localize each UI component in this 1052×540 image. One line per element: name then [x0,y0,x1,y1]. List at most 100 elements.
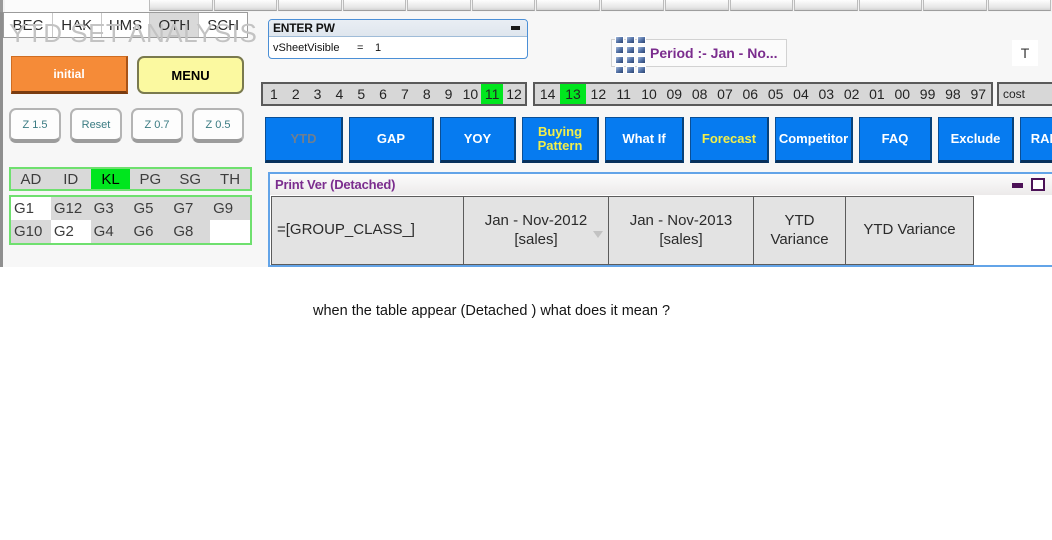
year-cell-00[interactable]: 00 [890,84,915,104]
nav-button-buying-pattern[interactable]: Buying Pattern [522,117,599,163]
group-code-g10[interactable]: G10 [11,220,51,243]
year-cell-08[interactable]: 08 [687,84,712,104]
nav-button-gap[interactable]: GAP [349,117,434,163]
sheet-tab[interactable] [407,0,471,11]
sheet-tab-strip[interactable] [0,0,1052,12]
nav-button-yoy[interactable]: YOY [440,117,516,163]
year-cell-09[interactable]: 09 [662,84,687,104]
group-code-row: G1 G12 G3 G5 G7 G9 [11,197,250,220]
nav-button-faq[interactable]: FAQ [859,117,932,163]
sheet-tab[interactable] [665,0,729,11]
year-cell-02[interactable]: 02 [839,84,864,104]
zoom-1-5-button[interactable]: Z 1.5 [9,108,61,143]
sheet-tab[interactable] [149,0,213,11]
month-cell-10[interactable]: 10 [459,84,481,104]
month-cell-9[interactable]: 9 [438,84,460,104]
sheet-tab[interactable] [536,0,600,11]
column-header-group-class[interactable]: =[GROUP_CLASS_] [271,196,464,265]
sheet-tab[interactable] [278,0,342,11]
month-cell-2[interactable]: 2 [285,84,307,104]
group-code-g7[interactable]: G7 [170,197,210,220]
print-ver-window[interactable]: Print Ver (Detached) =[GROUP_CLASS_] Jan… [268,172,1052,267]
year-cell-10[interactable]: 10 [636,84,661,104]
sheet-tab[interactable] [729,0,794,11]
enter-pw-body: vSheetVisible = 1 [269,37,527,58]
year-cell-13[interactable]: 13 [560,84,586,104]
month-cell-6[interactable]: 6 [372,84,394,104]
group-code-g1[interactable]: G1 [11,197,51,220]
group-code-g4[interactable]: G4 [91,220,131,243]
year-cell-97[interactable]: 97 [966,84,991,104]
sheet-tab[interactable] [923,0,987,11]
year-cell-03[interactable]: 03 [814,84,839,104]
nav-button-ytd[interactable]: YTD [265,117,343,163]
nav-button-rank[interactable]: RANK [1020,117,1052,163]
sheet-tab[interactable] [987,0,1052,11]
group-code-g9[interactable]: G9 [210,197,250,220]
maximize-icon[interactable] [1031,178,1045,191]
month-cell-5[interactable]: 5 [350,84,372,104]
country-code-kl[interactable]: KL [90,169,131,189]
sheet-tab[interactable] [858,0,923,11]
month-cell-12[interactable]: 12 [503,84,525,104]
minimize-icon[interactable] [1012,183,1023,188]
group-code-g5[interactable]: G5 [130,197,170,220]
column-header-jan-nov-2013[interactable]: Jan - Nov-2013 [sales] [608,196,754,265]
year-cell-99[interactable]: 99 [915,84,940,104]
column-header-ytd-variance[interactable]: YTD Variance [753,196,846,265]
group-code-g6[interactable]: G6 [130,220,170,243]
year-cell-98[interactable]: 98 [940,84,965,104]
year-cell-01[interactable]: 01 [864,84,889,104]
minimize-icon[interactable] [511,26,520,30]
sheet-tab[interactable] [600,0,665,11]
group-code-g8[interactable]: G8 [170,220,210,243]
month-cell-1[interactable]: 1 [263,84,285,104]
group-code-g3[interactable]: G3 [91,197,131,220]
month-cell-7[interactable]: 7 [394,84,416,104]
country-code-id[interactable]: ID [51,169,91,189]
zoom-reset-button[interactable]: Reset [70,108,122,143]
cost-cell[interactable]: cost [997,82,1052,106]
column-header-jan-nov-2012[interactable]: Jan - Nov-2012 [sales] [463,196,609,265]
country-code-th[interactable]: TH [210,169,250,189]
year-cell-05[interactable]: 05 [763,84,788,104]
nav-button-what-if[interactable]: What If [605,117,684,163]
group-code-g2[interactable]: G2 [50,220,91,243]
year-cell-12[interactable]: 12 [586,84,611,104]
country-code-pg[interactable]: PG [130,169,170,189]
group-code-empty[interactable] [210,220,250,243]
nav-button-competitor[interactable]: Competitor [775,117,853,163]
sheet-tab[interactable] [794,0,858,11]
zoom-0-7-button[interactable]: Z 0.7 [131,108,183,143]
enter-pw-window[interactable]: ENTER PW vSheetVisible = 1 [268,19,528,59]
year-cell-07[interactable]: 07 [712,84,737,104]
month-cell-11[interactable]: 11 [481,84,504,104]
filter-dropdown-icon[interactable] [593,230,603,238]
column-header-line1: YTD [784,211,815,229]
print-ver-titlebar[interactable]: Print Ver (Detached) [270,174,1052,195]
column-header-line2: [sales] [659,230,703,248]
t-indicator[interactable]: T [1012,40,1038,66]
menu-button[interactable]: MENU [137,56,244,94]
column-header-ytd-variance-pct[interactable]: YTD Variance [845,196,974,265]
month-cell-3[interactable]: 3 [307,84,329,104]
table-row: =[GROUP_CLASS_] Jan - Nov-2012 [sales] J… [271,196,974,265]
country-code-ad[interactable]: AD [11,169,51,189]
nav-button-forecast[interactable]: Forecast [690,117,769,163]
year-cell-11[interactable]: 11 [611,84,636,104]
group-code-g12[interactable]: G12 [51,197,91,220]
country-code-sg[interactable]: SG [170,169,210,189]
year-cell-14[interactable]: 14 [535,84,560,104]
sheet-tab[interactable] [213,0,278,11]
nav-button-exclude[interactable]: Exclude [938,117,1014,163]
month-cell-8[interactable]: 8 [416,84,438,104]
sheet-tab[interactable] [471,0,536,11]
zoom-0-5-button[interactable]: Z 0.5 [192,108,244,143]
month-cell-4[interactable]: 4 [328,84,350,104]
period-label-box[interactable]: Period :- Jan - No... [611,36,787,74]
enter-pw-titlebar[interactable]: ENTER PW [269,20,527,37]
sheet-tab[interactable] [342,0,407,11]
initial-button[interactable]: initial [11,56,128,94]
year-cell-04[interactable]: 04 [788,84,813,104]
year-cell-06[interactable]: 06 [738,84,763,104]
